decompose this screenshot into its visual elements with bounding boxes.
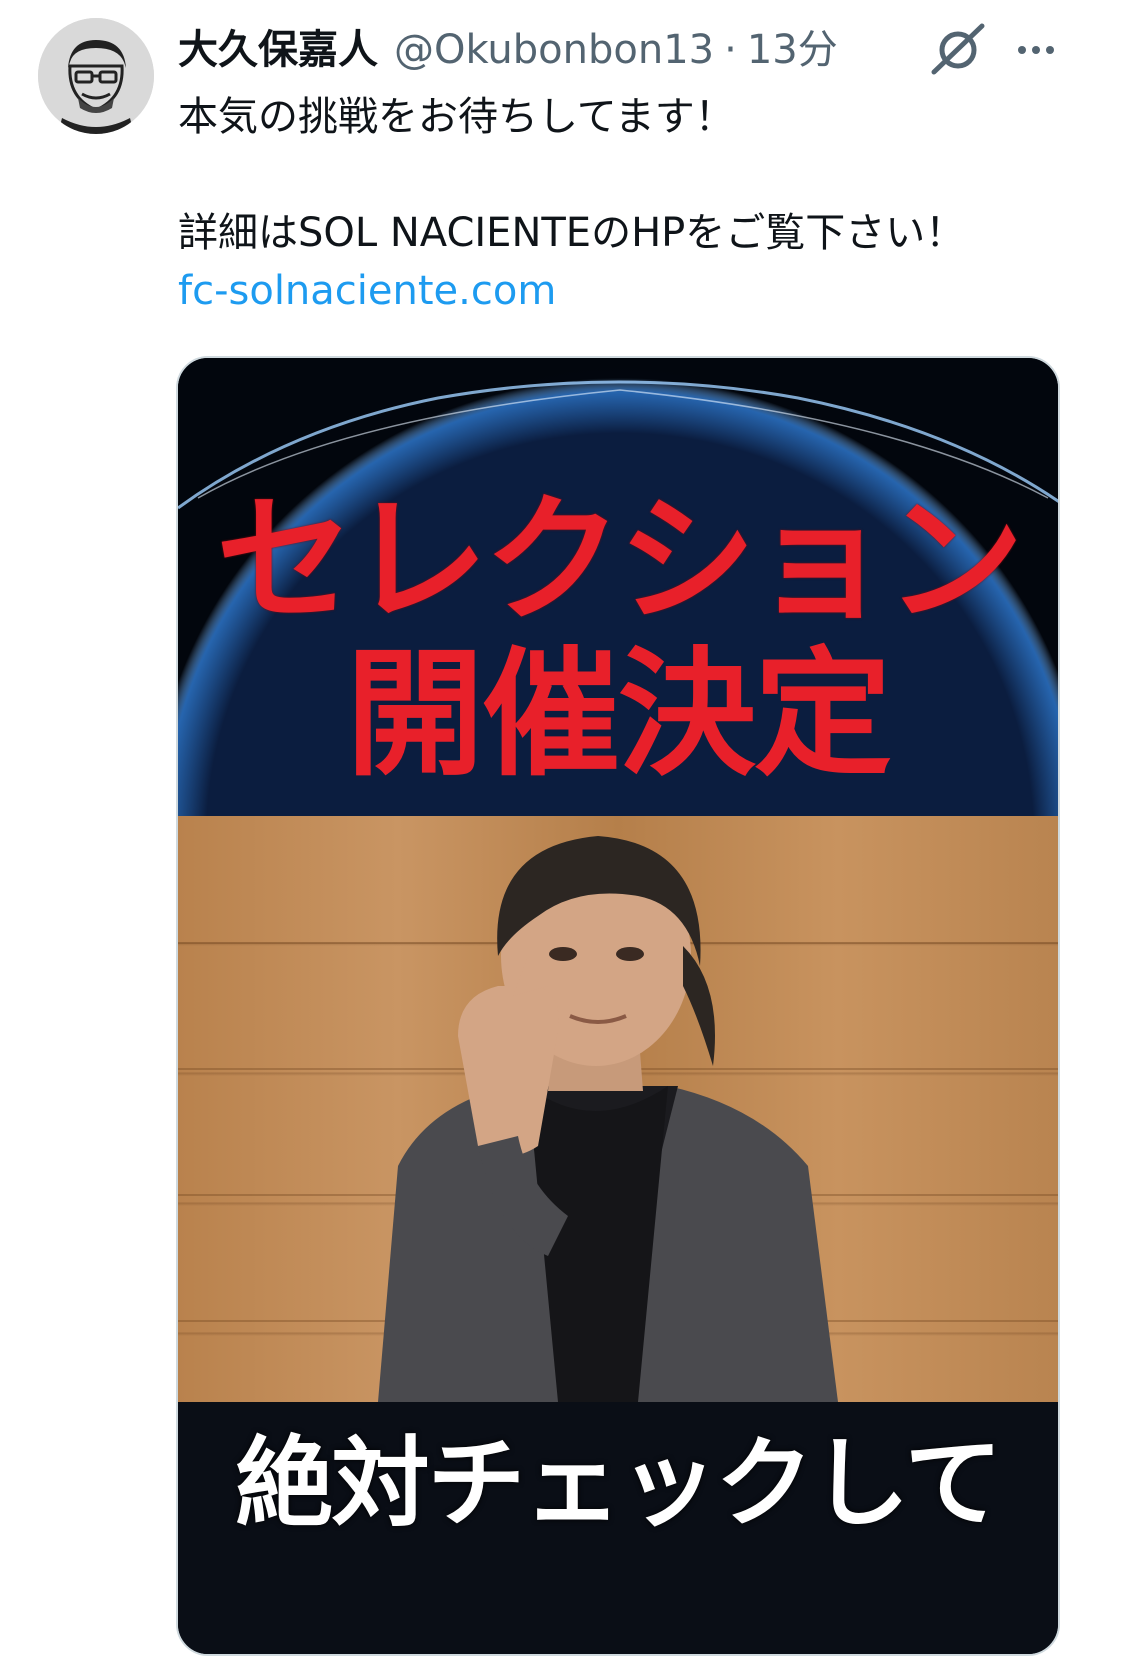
display-name[interactable]: 大久保嘉人 (178, 20, 378, 80)
website-link[interactable]: fc-solnaciente.com (178, 268, 556, 314)
grok-icon (931, 23, 985, 75)
tweet-text-line: 詳細はSOL NACIENTEのHPをご覧下さい！ (178, 210, 966, 256)
person-pointing-image (378, 836, 838, 1402)
tweet-text-line: 本気の挑戦をお待ちしてます！ (178, 94, 735, 140)
avatar[interactable] (38, 18, 154, 134)
more-icon (1018, 46, 1026, 54)
grok-button[interactable] (926, 18, 990, 82)
headline-line-1: セレクション (215, 480, 1024, 641)
tweet-text: 本気の挑戦をお待ちしてます！ 詳細はSOL NACIENTEのHPをご覧下さい！… (178, 88, 1078, 320)
more-button[interactable] (1004, 18, 1068, 82)
video-caption: 絶対チェックして (235, 1427, 1002, 1541)
avatar-illustration-icon (38, 18, 154, 134)
tweet-header: 大久保嘉人 @Okubonbon13 · 13分 (178, 20, 838, 80)
media-top-panel: セレクション 開催決定 (178, 358, 1058, 1268)
user-handle[interactable]: @Okubonbon13 (394, 20, 714, 80)
media-video[interactable]: セレクション 開催決定 絶対チェックして (176, 356, 1060, 1656)
headline-line-2: 開催決定 (345, 634, 892, 795)
tweet[interactable]: 大久保嘉人 @Okubonbon13 · 13分 本気の挑戦をお待ちしてます！ … (0, 0, 1147, 1656)
timestamp[interactable]: 13分 (747, 20, 838, 80)
separator-dot: · (724, 27, 737, 73)
